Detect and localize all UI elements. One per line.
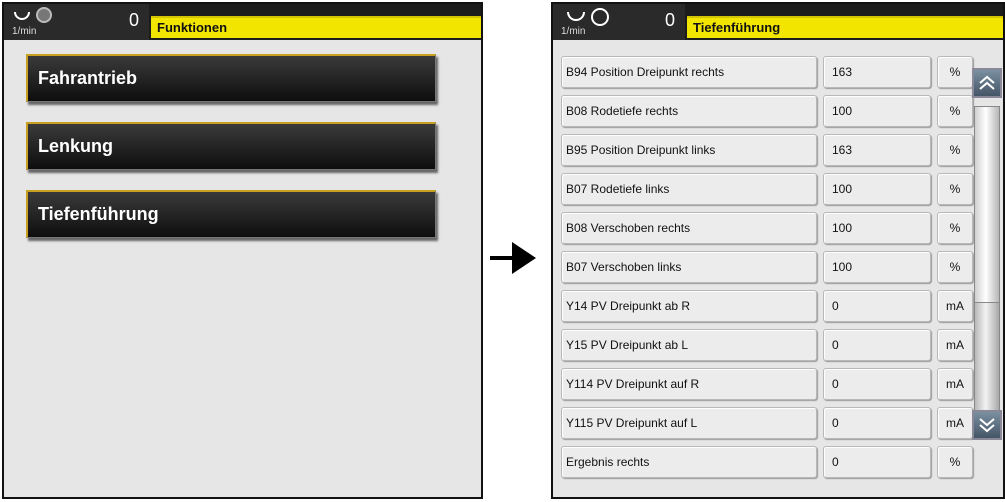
scrollbar-track[interactable] bbox=[974, 106, 1000, 418]
status-lamps-icon bbox=[14, 7, 52, 23]
parameter-value: 0 bbox=[823, 446, 931, 478]
depth-control-screen: 1/min 0 Tiefenführung B94 Position Dreip… bbox=[551, 2, 1005, 499]
title-bar: Tiefenführung bbox=[687, 16, 1003, 38]
double-chevron-up-icon bbox=[979, 75, 995, 90]
title-bar: Funktionen bbox=[151, 16, 481, 38]
parameter-unit: % bbox=[937, 446, 973, 478]
parameter-unit: mA bbox=[937, 290, 973, 322]
scroll-up-button[interactable] bbox=[972, 68, 1002, 98]
rpm-unit: 1/min bbox=[561, 26, 586, 37]
parameter-value: 100 bbox=[823, 251, 931, 283]
parameter-unit: mA bbox=[937, 407, 973, 439]
parameter-value: 100 bbox=[823, 173, 931, 205]
menu-button-label: Tiefenführung bbox=[38, 204, 159, 224]
parameter-value: 0 bbox=[823, 290, 931, 322]
status-lamps-icon bbox=[567, 8, 609, 26]
rpm-unit: 1/min bbox=[12, 26, 37, 37]
parameter-value: 0 bbox=[823, 407, 931, 439]
rpm-indicator: 1/min 0 bbox=[553, 4, 685, 40]
parameter-name: B07 Rodetiefe links bbox=[561, 173, 817, 205]
parameter-unit: % bbox=[937, 173, 973, 205]
screen-header: 1/min 0 Tiefenführung bbox=[553, 4, 1003, 40]
screen-header: 1/min 0 Funktionen bbox=[4, 4, 481, 40]
parameter-name: B07 Verschoben links bbox=[561, 251, 817, 283]
parameter-name: Ergebnis rechts bbox=[561, 446, 817, 478]
right-arrow-icon bbox=[490, 242, 536, 274]
parameter-value: 163 bbox=[823, 134, 931, 166]
parameter-unit: % bbox=[937, 95, 973, 127]
scrollbar-thumb[interactable] bbox=[975, 107, 999, 303]
functions-screen: 1/min 0 Funktionen Fahrantrieb Lenkung T… bbox=[2, 2, 483, 499]
parameter-name: Y15 PV Dreipunkt ab L bbox=[561, 329, 817, 361]
parameter-value: 0 bbox=[823, 329, 931, 361]
parameter-name: Y14 PV Dreipunkt ab R bbox=[561, 290, 817, 322]
menu-button-lenkung[interactable]: Lenkung bbox=[26, 122, 436, 170]
rpm-value: 0 bbox=[128, 10, 139, 30]
menu-button-label: Lenkung bbox=[38, 136, 113, 156]
parameter-unit: % bbox=[937, 251, 973, 283]
rpm-indicator: 1/min 0 bbox=[4, 4, 149, 40]
scroll-down-button[interactable] bbox=[972, 410, 1002, 440]
parameter-name: B95 Position Dreipunkt links bbox=[561, 134, 817, 166]
parameter-value: 100 bbox=[823, 212, 931, 244]
page-title: Tiefenführung bbox=[693, 20, 781, 35]
menu-button-label: Fahrantrieb bbox=[38, 68, 138, 88]
parameter-value: 163 bbox=[823, 56, 931, 88]
parameter-unit: mA bbox=[937, 329, 973, 361]
parameter-name: B08 Rodetiefe rechts bbox=[561, 95, 817, 127]
double-chevron-down-icon bbox=[979, 418, 995, 433]
parameter-value: 0 bbox=[823, 368, 931, 400]
parameter-name: B08 Verschoben rechts bbox=[561, 212, 817, 244]
parameter-name: Y115 PV Dreipunkt auf L bbox=[561, 407, 817, 439]
parameter-name: B94 Position Dreipunkt rechts bbox=[561, 56, 817, 88]
parameter-unit: % bbox=[937, 134, 973, 166]
parameter-unit: mA bbox=[937, 368, 973, 400]
parameter-value: 100 bbox=[823, 95, 931, 127]
parameter-unit: % bbox=[937, 212, 973, 244]
menu-button-tiefenfuehrung[interactable]: Tiefenführung bbox=[26, 190, 436, 238]
rpm-value: 0 bbox=[664, 10, 675, 30]
menu-button-fahrantrieb[interactable]: Fahrantrieb bbox=[26, 54, 436, 102]
parameter-name: Y114 PV Dreipunkt auf R bbox=[561, 368, 817, 400]
parameter-unit: % bbox=[937, 56, 973, 88]
page-title: Funktionen bbox=[157, 20, 228, 35]
